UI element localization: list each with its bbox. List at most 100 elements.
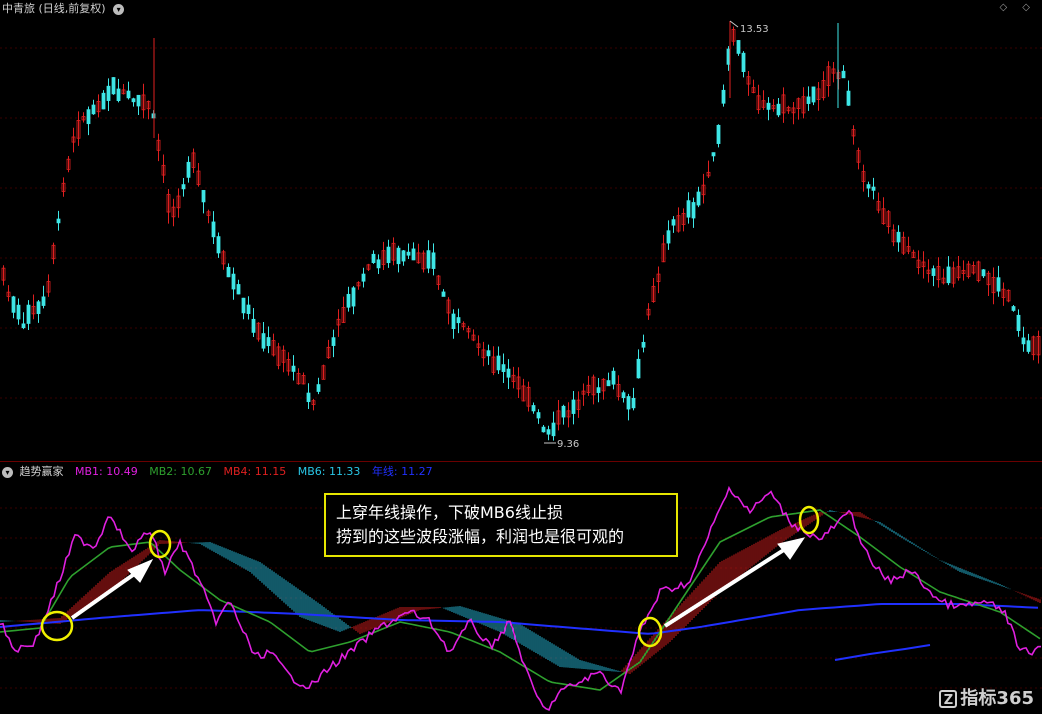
window-controls[interactable]: ◇ ◇ (999, 2, 1036, 13)
candle-body (1011, 306, 1016, 311)
candle-body (291, 365, 296, 372)
candle-body (236, 284, 241, 295)
annotation-line-1: 上穿年线操作，下破MB6线止损 (336, 503, 563, 522)
low-price-label: 9.36 (557, 439, 579, 450)
candle-body (496, 355, 501, 371)
annotation-line-2: 捞到的这些波段涨幅，利润也是很可观的 (336, 527, 625, 546)
candle-body (411, 248, 416, 261)
candle-body (666, 230, 671, 244)
candle-body (306, 392, 311, 403)
year-line-value: 年线: 11.27 (371, 465, 433, 478)
candle-body (806, 96, 811, 104)
candle-body (246, 304, 251, 314)
candle-body (551, 422, 556, 437)
indicator-dropdown-icon[interactable]: ▾ (2, 466, 13, 478)
candle-body (201, 190, 206, 203)
stock-title: 中青旅 (日线,前复权) (2, 2, 106, 15)
candle-body (396, 247, 401, 265)
candle-body (1016, 314, 1021, 332)
candle-body (846, 90, 851, 106)
annotation-box: 上穿年线操作，下破MB6线止损 捞到的这些波段涨幅，利润也是很可观的 (324, 493, 678, 557)
candlesticks (1, 21, 1041, 441)
candle-body (671, 219, 676, 226)
brand-logo-icon: Z (939, 690, 958, 708)
candle-body (331, 337, 336, 346)
candle-body (376, 259, 381, 269)
candle-body (371, 253, 376, 263)
high-marker: 13.53 (729, 20, 769, 35)
candle-body (26, 304, 31, 324)
candle-body (641, 341, 646, 348)
candle-body (406, 251, 411, 256)
candle-body (56, 218, 61, 224)
brand-text: 指标365 (960, 688, 1034, 709)
candle-body (231, 273, 236, 290)
candle-body (696, 191, 701, 206)
candle-body (736, 40, 741, 54)
candle-body (626, 396, 631, 410)
candle-body (451, 313, 456, 330)
candle-body (766, 102, 771, 110)
candle-body (441, 291, 446, 297)
mb4-value: MB4: 11.15 (223, 465, 287, 478)
candle-body (776, 103, 781, 116)
candle-body (351, 287, 356, 307)
candle-body (91, 104, 96, 115)
price-chart[interactable]: 13.53 9.36 (0, 18, 1042, 460)
candle-body (866, 184, 871, 189)
candle-body (896, 231, 901, 243)
candle-body (506, 368, 511, 378)
candle-body (136, 94, 141, 107)
candle-body (691, 202, 696, 219)
candle-body (1026, 340, 1031, 352)
high-price-label: 13.53 (740, 24, 769, 35)
candle-body (16, 304, 21, 320)
mb2-value: MB2: 10.67 (149, 465, 212, 478)
candle-body (251, 318, 256, 333)
candle-body (721, 89, 726, 104)
indicator-legend: ▾ 趋势赢家 MB1: 10.49 MB2: 10.67 MB4: 11.15 … (2, 464, 441, 480)
candle-body (536, 412, 541, 419)
candle-body (611, 370, 616, 385)
indicator-name: 趋势赢家 (19, 465, 64, 478)
candle-body (181, 184, 186, 190)
candle-body (546, 429, 551, 435)
candle-body (1021, 337, 1026, 345)
candle-body (621, 392, 626, 399)
candle-body (686, 200, 691, 218)
candle-body (426, 250, 431, 269)
mb6-value: MB6: 11.33 (297, 465, 361, 478)
candle-body (606, 380, 611, 387)
candle-body (561, 405, 566, 418)
candle-body (226, 266, 231, 278)
candle-body (741, 52, 746, 73)
candle-body (996, 277, 1001, 292)
candle-body (11, 296, 16, 313)
candle-body (111, 77, 116, 95)
candle-body (456, 317, 461, 324)
candle-body (501, 364, 506, 373)
candle-body (126, 90, 131, 99)
candle-body (101, 92, 106, 110)
candle-body (931, 268, 936, 276)
candle-body (386, 246, 391, 264)
year-line (0, 603, 1039, 635)
candle-body (186, 161, 191, 178)
candle-body (541, 426, 546, 433)
title-dropdown-icon[interactable]: ▾ (113, 3, 125, 15)
candle-body (216, 236, 221, 254)
candle-body (21, 323, 26, 329)
candle-body (131, 98, 136, 103)
candle-body (261, 333, 266, 349)
candle-body (871, 186, 876, 191)
candle-body (711, 152, 716, 157)
candle-body (636, 358, 641, 379)
candle-body (316, 384, 321, 392)
candle-body (486, 350, 491, 357)
candle-body (716, 124, 721, 144)
candle-body (401, 250, 406, 262)
chart-title-bar: 中青旅 (日线,前复权) ▾ (2, 0, 125, 18)
candle-body (266, 337, 271, 347)
low-marker: 9.36 (544, 439, 579, 450)
candle-body (431, 252, 436, 269)
